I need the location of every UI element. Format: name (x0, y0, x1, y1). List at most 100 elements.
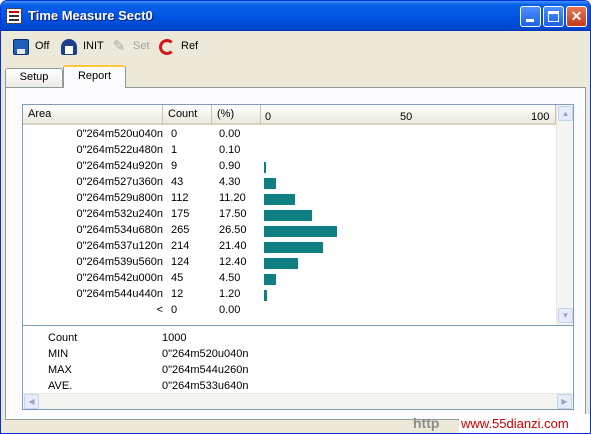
row-area: 0"264m529u800n (76, 192, 163, 204)
tab-setup[interactable]: Setup (5, 68, 63, 87)
column-header-pct[interactable]: (%) (212, 105, 261, 125)
histogram-bar (264, 242, 323, 253)
app-window: Time Measure Sect0 ✕ Off INIT ✎ Set Ref … (0, 0, 591, 434)
scale-mid-label: 50 (400, 111, 413, 123)
report-panel: Area Count (%) 0 50 100 0"264m520u040n 0 0… (5, 87, 586, 420)
set-button[interactable]: ✎ Set (111, 39, 153, 55)
summary-panel: Count 1000 MIN 0"264m520u040n MAX 0"264m… (22, 326, 574, 410)
table-row[interactable]: 0"264m532u240n 175 17.50 (23, 207, 556, 223)
summary-ave-label: AVE. (48, 380, 73, 392)
row-percent: 11.20 (219, 192, 246, 204)
row-count: 175 (171, 208, 190, 220)
histogram-bar (264, 178, 276, 189)
toolbar: Off INIT ✎ Set Ref (1, 31, 590, 61)
row-area: 0"264m534u680n (76, 224, 163, 236)
ref-label: Ref (181, 40, 199, 52)
row-percent: 17.50 (219, 208, 247, 220)
watermark: http www.55dianzi.com (413, 413, 590, 433)
row-area: 0"264m524u920n (76, 160, 163, 172)
row-count: 9 (171, 160, 178, 172)
table-row[interactable]: 0"264m520u040n 0 0.00 (23, 127, 556, 143)
refresh-icon (159, 39, 175, 55)
row-count: 265 (171, 224, 190, 236)
scroll-left-icon[interactable]: ◀ (24, 394, 39, 409)
table-row[interactable]: 0"264m534u680n 265 26.50 (23, 223, 556, 239)
row-percent: 26.50 (219, 224, 247, 236)
minimize-icon (526, 19, 534, 22)
table-row[interactable]: 0"264m537u120n 214 21.40 (23, 239, 556, 255)
row-count: 12 (171, 288, 184, 300)
ref-button[interactable]: Ref (159, 39, 203, 55)
scroll-up-icon[interactable]: ▲ (558, 106, 573, 121)
summary-count-label: Count (48, 332, 78, 344)
histogram-bar (264, 290, 267, 301)
wrench-icon: ✎ (112, 38, 126, 55)
row-area: 0"264m527u360n (76, 176, 163, 188)
histogram-grid: Area Count (%) 0 50 100 0"264m520u040n 0 0… (22, 104, 574, 326)
init-label: INIT (83, 40, 104, 52)
column-header-count[interactable]: Count (163, 105, 212, 125)
watermark-prefix: http (413, 415, 440, 431)
row-percent: 12.40 (219, 256, 247, 268)
row-count: 112 (171, 192, 189, 204)
table-row[interactable]: 0"264m527u360n 43 4.30 (23, 175, 556, 191)
row-percent: 21.40 (219, 240, 247, 252)
row-count: 1 (171, 144, 178, 156)
table-row[interactable]: 0"264m539u560n 124 12.40 (23, 255, 556, 271)
app-icon[interactable] (6, 8, 22, 24)
row-area: 0"264m537u120n (76, 240, 163, 252)
table-row[interactable]: 0"264m524u920n 9 0.90 (23, 159, 556, 175)
off-label: Off (35, 40, 50, 52)
row-area: 0"264m520u040n (76, 128, 163, 140)
scroll-down-icon[interactable]: ▼ (558, 308, 573, 323)
table-row[interactable]: 0"264m544u440n 12 1.20 (23, 287, 556, 303)
summary-ave-value: 0"264m533u640n (162, 380, 249, 392)
disk-off-icon (13, 39, 29, 55)
set-label: Set (133, 40, 150, 52)
row-area: 0"264m532u240n (76, 208, 163, 220)
table-row[interactable]: 0"264m522u480n 1 0.10 (23, 143, 556, 159)
summary-min-value: 0"264m520u040n (162, 348, 249, 360)
tab-report[interactable]: Report (63, 65, 126, 88)
off-button[interactable]: Off (13, 39, 57, 55)
maximize-button[interactable] (543, 6, 564, 27)
histogram-bar (264, 274, 276, 285)
scale-max-label: 100 (531, 111, 550, 123)
row-area: 0"264m522u480n (76, 144, 163, 156)
row-count: 124 (171, 256, 190, 268)
column-header-area[interactable]: Area (23, 105, 163, 125)
row-percent: 1.20 (219, 288, 241, 300)
horizontal-scrollbar[interactable]: ◀ ▶ (23, 393, 573, 409)
grid-header: Area Count (%) 0 50 100 (23, 105, 556, 125)
row-percent: 0.00 (219, 128, 241, 140)
row-area: 0"264m542u000n (76, 272, 163, 284)
row-count: 43 (171, 176, 184, 188)
summary-max-value: 0"264m544u260n (162, 364, 249, 376)
row-area: 0"264m544u440n (76, 288, 163, 300)
summary-max-label: MAX (48, 364, 72, 376)
close-button[interactable]: ✕ (566, 6, 587, 27)
row-area: 0"264m539u560n (76, 256, 163, 268)
title-bar[interactable]: Time Measure Sect0 ✕ (1, 1, 590, 31)
row-count: 0 (171, 128, 178, 140)
window-title: Time Measure Sect0 (28, 8, 153, 23)
table-row[interactable]: <0 0.00 (23, 303, 556, 319)
init-icon (61, 39, 77, 55)
histogram-bar (264, 162, 266, 173)
minimize-button[interactable] (520, 6, 541, 27)
row-percent: 4.30 (219, 176, 241, 188)
column-header-scale[interactable]: 0 50 100 (261, 105, 556, 125)
histogram-bar (264, 226, 337, 237)
row-count: 0 (171, 304, 178, 316)
summary-row-min: MIN 0"264m520u040n (23, 348, 556, 363)
table-row[interactable]: 0"264m542u000n 45 4.50 (23, 271, 556, 287)
row-area: < (156, 304, 163, 316)
init-button[interactable]: INIT (61, 39, 109, 55)
row-percent: 0.90 (219, 160, 241, 172)
vertical-scrollbar[interactable]: ▲ ▼ (556, 105, 573, 325)
row-percent: 4.50 (219, 272, 241, 284)
scroll-right-icon[interactable]: ▶ (557, 394, 572, 409)
row-count: 45 (171, 272, 184, 284)
summary-min-label: MIN (48, 348, 69, 360)
table-row[interactable]: 0"264m529u800n 112 11.20 (23, 191, 556, 207)
